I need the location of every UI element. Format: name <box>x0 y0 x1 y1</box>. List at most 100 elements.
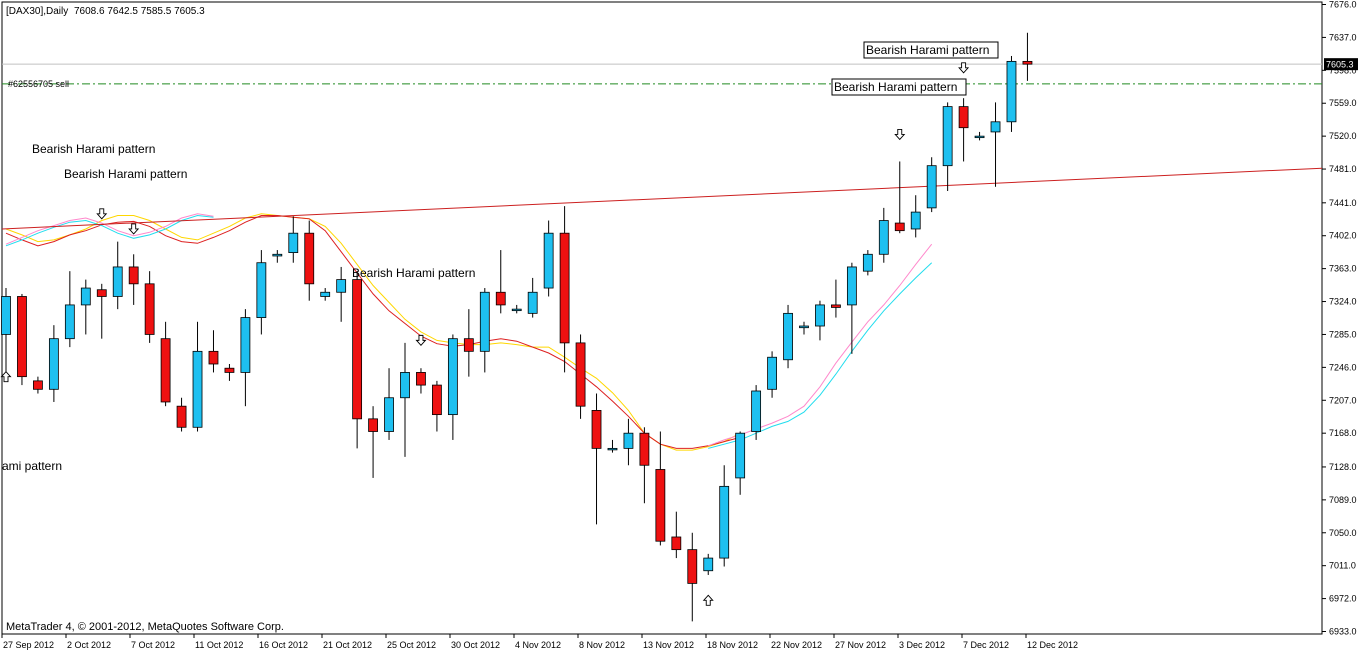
price-axis <box>1322 2 1360 634</box>
y-tick-label: 7520.0 <box>1329 131 1357 141</box>
candle <box>17 293 27 386</box>
candle-body <box>48 338 59 390</box>
candle-body <box>543 232 554 289</box>
candle-body <box>703 557 714 572</box>
candle <box>575 334 586 419</box>
candle-body <box>846 266 857 306</box>
y-tick-label: 6972.0 <box>1329 594 1357 604</box>
annotation-text: Bearish Harami pattern <box>32 142 155 156</box>
candle-body <box>479 291 490 352</box>
candle-body <box>128 266 139 285</box>
candle <box>926 157 937 213</box>
y-tick-label: 7637.0 <box>1329 32 1357 42</box>
ohlc-values: 7608.6 7642.5 7585.5 7605.3 <box>74 6 205 17</box>
x-tick-label: 7 Oct 2012 <box>131 640 175 650</box>
order-line-label: #62556705 sell <box>8 79 69 89</box>
candle-body <box>64 304 75 340</box>
y-tick-label: 7441.0 <box>1329 198 1357 208</box>
candle-body <box>144 283 155 335</box>
candle-body <box>352 279 363 420</box>
candle <box>751 385 762 440</box>
y-tick-label: 7168.0 <box>1329 428 1357 438</box>
y-tick-label: 7089.0 <box>1329 495 1357 505</box>
candle-body <box>160 338 171 403</box>
x-tick-label: 11 Oct 2012 <box>195 640 243 650</box>
x-tick-label: 21 Oct 2012 <box>323 640 372 650</box>
candle-body <box>463 338 474 352</box>
candle-body <box>336 279 347 293</box>
candle-body <box>33 380 43 390</box>
annotation-text: ami pattern <box>2 459 62 473</box>
x-tick-label: 13 Nov 2012 <box>643 640 694 650</box>
candle-body <box>511 308 522 312</box>
candle-body <box>655 469 666 542</box>
x-tick-label: 12 Dec 2012 <box>1027 640 1078 650</box>
y-tick-label: 7481.0 <box>1329 164 1357 174</box>
annotation-text: Bearish Harami pattern <box>834 80 957 94</box>
candle-body <box>432 384 442 416</box>
candle-body <box>926 165 937 209</box>
candle-body <box>272 253 283 257</box>
candle-body <box>974 135 985 139</box>
annotation-text: Bearish Harami pattern <box>352 266 475 280</box>
candle-body <box>990 121 1001 133</box>
candle-body <box>958 106 969 129</box>
x-tick-label: 16 Oct 2012 <box>259 640 308 650</box>
candle-body <box>447 338 458 416</box>
candle-body <box>910 211 921 230</box>
chart-canvas[interactable]: 7676.07637.07598.07559.07520.07481.07441… <box>0 0 1360 652</box>
candle-body <box>208 350 219 365</box>
candle-body <box>783 312 793 361</box>
y-tick-label: 7285.0 <box>1329 329 1357 339</box>
candle-body <box>767 356 777 390</box>
candle-body <box>575 342 586 407</box>
x-tick-label: 25 Oct 2012 <box>387 640 436 650</box>
candle-body <box>224 367 235 373</box>
x-tick-label: 22 Nov 2012 <box>771 640 822 650</box>
x-tick-label: 4 Nov 2012 <box>515 640 561 650</box>
x-axis: 27 Sep 2012 2 Oct 2012 7 Oct 2012 11 Oct 20… <box>1 634 1078 650</box>
candle-body <box>623 432 634 449</box>
candle-body <box>607 447 618 451</box>
candle-body <box>96 289 107 297</box>
candle-body <box>751 390 762 432</box>
y-tick-label: 7324.0 <box>1329 297 1357 307</box>
y-tick-label: 6933.0 <box>1329 627 1357 637</box>
y-tick-label: 7011.0 <box>1329 561 1356 571</box>
candle-body <box>384 397 394 432</box>
candle-body <box>288 232 299 253</box>
candle-body <box>894 222 905 232</box>
candle-body <box>1 296 11 335</box>
candle-body <box>416 372 426 386</box>
candle-body <box>559 232 570 344</box>
candle-body <box>671 536 682 551</box>
y-tick-label: 7207.0 <box>1329 395 1357 405</box>
price-chart[interactable]: 7676.0 7637.0 7598.0 7559.0 7520.0 7481.0 7441… <box>0 0 1360 652</box>
candle-body <box>639 432 650 466</box>
candle-body <box>799 325 809 329</box>
candle-body <box>687 549 698 584</box>
candle <box>1006 55 1017 132</box>
y-tick-label: 7128.0 <box>1329 462 1357 472</box>
x-tick-label: 18 Nov 2012 <box>707 640 758 650</box>
x-tick-label: 30 Oct 2012 <box>451 640 500 650</box>
candle-body <box>176 405 187 428</box>
candle-body <box>942 106 953 167</box>
copyright-text: MetaTrader 4, © 2001-2012, MetaQuotes So… <box>6 621 284 633</box>
symbol-label: [DAX30],Daily <box>6 6 68 17</box>
candle-body <box>304 232 315 285</box>
candle-body <box>815 304 825 327</box>
candle-body <box>878 220 889 255</box>
candle-body <box>400 372 410 399</box>
candle <box>783 304 793 369</box>
y-tick-label: 7050.0 <box>1329 528 1357 538</box>
candle-body <box>1006 60 1017 123</box>
candle-body <box>527 291 538 314</box>
current-price-label: 7605.3 <box>1326 60 1354 70</box>
current-price-tag: 7605.3 <box>1324 58 1358 71</box>
candle-body <box>831 304 841 308</box>
y-tick-label: 7559.0 <box>1329 98 1357 108</box>
x-tick-label: 27 Sep 2012 <box>3 640 54 650</box>
annotation-text: Bearish Harami pattern <box>866 43 989 57</box>
candle-body <box>1022 60 1033 65</box>
